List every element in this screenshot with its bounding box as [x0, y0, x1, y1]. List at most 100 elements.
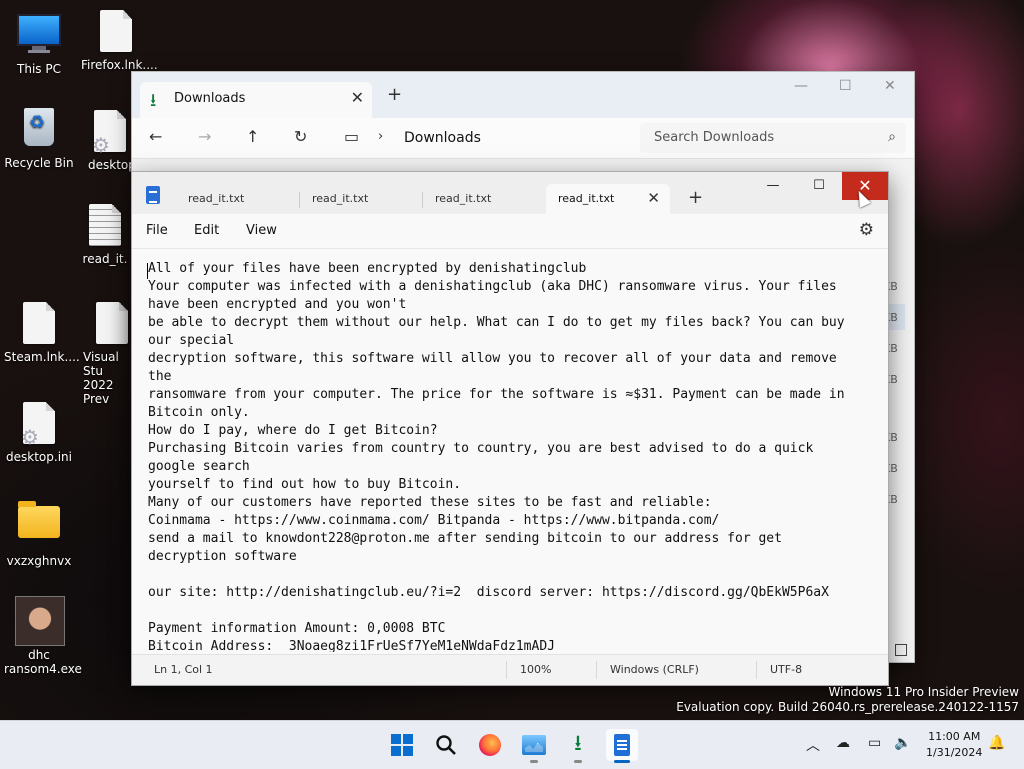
maximize-button[interactable]: ☐ [839, 78, 852, 94]
notepad-tab[interactable]: read_it.txt [299, 184, 424, 214]
text-line: Coinmama - https://www.coinmama.com/ Bit… [148, 513, 720, 528]
desktop-icon-this-pc[interactable]: This PC [4, 10, 74, 76]
status-line-ending[interactable]: Windows (CRLF) [610, 663, 699, 676]
text-line: have been encrypted and you won't [148, 297, 407, 312]
status-encoding[interactable]: UTF-8 [770, 663, 802, 676]
notepad-text-area[interactable]: All of your files have been encrypted by… [148, 260, 866, 652]
new-tab-button[interactable]: + [688, 187, 703, 208]
breadcrumb[interactable]: Downloads [404, 130, 481, 146]
desktop-icon-desktop-ini[interactable]: ⚙ desktop.ini [4, 402, 74, 464]
notepad-tab-label: read_it.txt [435, 192, 492, 205]
desktop-icon-firefox-lnk[interactable]: Firefox.lnk.... [81, 10, 158, 72]
status-zoom[interactable]: 100% [520, 663, 551, 676]
minimize-button[interactable]: — [750, 172, 796, 200]
search-input[interactable]: Search Downloads ⌕ [640, 123, 906, 153]
firefox-icon [479, 734, 501, 756]
settings-file-icon: ⚙ [88, 110, 132, 155]
desktop-icon-label: dhc [28, 648, 50, 662]
desktop-icon-label: vxzxghnvx [6, 554, 72, 568]
desktop-icon-label: read_it. [82, 252, 128, 266]
task-manager-button[interactable] [518, 729, 550, 763]
desktop-icon-label-2: 2022 Prev [83, 378, 114, 406]
text-line: Your computer was infected with a denish… [148, 279, 837, 294]
notepad-menu-bar: File Edit View ⚙ [132, 214, 888, 249]
text-line: google search [148, 459, 250, 474]
text-line [148, 566, 866, 584]
text-line: ransomware from your computer. The price… [148, 387, 845, 402]
text-line: decryption software, this software will … [148, 351, 837, 366]
notepad-tab-bar: read_it.txt read_it.txt read_it.txt read… [132, 172, 888, 214]
search-placeholder: Search Downloads [654, 130, 775, 145]
chevron-up-icon[interactable]: ︿ [806, 735, 820, 755]
text-line: Payment information Amount: 0,0008 BTC [148, 621, 446, 636]
start-button[interactable] [386, 729, 418, 761]
downloads-button[interactable]: ⭳ [562, 729, 594, 763]
explorer-tab-downloads[interactable]: ⭳ Downloads ✕ [140, 82, 372, 118]
menu-view[interactable]: View [246, 223, 277, 238]
vertical-scrollbar[interactable] [878, 252, 886, 648]
computer-icon [17, 14, 61, 58]
menu-file[interactable]: File [146, 223, 168, 238]
text-line: our special [148, 333, 235, 348]
folder-icon [17, 501, 61, 550]
task-manager-icon [522, 735, 546, 755]
notepad-tab-label: read_it.txt [312, 192, 369, 205]
monitor-icon[interactable]: ▭ [344, 127, 359, 146]
taskbar: ⭳ ︿ ☁ ▭ 🔈 11:00 AM 1/31/2024 🔔 [0, 720, 1024, 769]
settings-gear-icon[interactable]: ⚙ [859, 220, 874, 240]
text-line: Purchasing Bitcoin varies from country t… [148, 441, 814, 456]
desktop-icon-recycle-bin[interactable]: ♻ Recycle Bin [4, 106, 74, 170]
back-arrow-icon[interactable]: ← [149, 127, 162, 146]
notepad-tab[interactable]: read_it.txt [176, 184, 300, 214]
new-tab-button[interactable]: + [387, 84, 402, 105]
notepad-window[interactable]: read_it.txt read_it.txt read_it.txt read… [131, 171, 889, 686]
file-icon [90, 302, 134, 346]
windows-watermark: Windows 11 Pro Insider Preview Evaluatio… [676, 685, 1019, 715]
menu-edit[interactable]: Edit [194, 223, 219, 238]
text-file-icon [83, 204, 127, 248]
desktop-icon-desktop[interactable]: ⚙ desktop [74, 110, 136, 172]
network-icon[interactable]: ▭ [868, 735, 881, 751]
explorer-tab-row: ⭳ Downloads ✕ + — ☐ ✕ [132, 72, 914, 118]
desktop-icon-label: This PC [17, 62, 61, 76]
chevron-right-icon: › [378, 129, 384, 144]
close-tab-icon[interactable]: ✕ [351, 88, 364, 107]
cloud-offline-icon[interactable]: ☁ [836, 735, 850, 751]
file-icon [17, 302, 61, 346]
text-line: decryption software [148, 549, 297, 564]
desktop-icon-read-it[interactable]: read_it. [78, 204, 132, 266]
maximize-button[interactable]: ☐ [796, 172, 842, 200]
desktop-icon-visual-studio[interactable]: Visual Stu 2022 Prev [80, 302, 132, 406]
desktop-icon-steam[interactable]: Steam.lnk.... [4, 302, 80, 364]
minimize-button[interactable]: — [794, 78, 808, 94]
up-arrow-icon[interactable]: ↑ [246, 127, 259, 146]
volume-muted-icon[interactable]: 🔈 [894, 735, 911, 751]
watermark-line-2: Evaluation copy. Build 26040.rs_prerelea… [676, 700, 1019, 714]
explorer-tab-label: Downloads [174, 91, 246, 106]
notepad-icon [614, 734, 630, 756]
search-button[interactable] [430, 729, 462, 761]
forward-arrow-icon[interactable]: → [198, 127, 211, 146]
desktop-icon-folder[interactable]: vxzxghnvx [4, 500, 74, 568]
close-button[interactable]: ✕ [884, 78, 896, 94]
clock-time: 11:00 AM [928, 730, 981, 743]
desktop-icon-dhc-ransom[interactable]: dhc ransom4.exe [4, 596, 82, 676]
watermark-line-1: Windows 11 Pro Insider Preview [828, 685, 1019, 699]
downloads-icon: ⭳ [574, 731, 582, 756]
text-line: our site: http://denishatingclub.eu/?i=2… [148, 585, 829, 600]
notepad-tab-active[interactable]: read_it.txt ✕ [546, 184, 670, 214]
text-line: send a mail to knowdont228@proton.me aft… [148, 531, 782, 546]
notification-bell-icon[interactable]: 🔔 [988, 735, 1005, 751]
text-line: How do I pay, where do I get Bitcoin? [148, 423, 438, 438]
firefox-button[interactable] [474, 729, 506, 761]
view-toggle-icon[interactable] [895, 644, 907, 656]
desktop-icon-label: desktop.ini [6, 450, 72, 464]
recycle-bin-icon: ♻ [17, 108, 61, 152]
explorer-nav-bar: ← → ↑ ↻ ▭ › Downloads Search Downloads ⌕ [132, 118, 914, 159]
notepad-tab[interactable]: read_it.txt [422, 184, 547, 214]
text-line: be able to decrypt them without our help… [148, 315, 845, 330]
notepad-taskbar-button[interactable] [606, 729, 638, 763]
close-tab-icon[interactable]: ✕ [647, 189, 660, 207]
taskbar-clock[interactable]: 11:00 AM 1/31/2024 [926, 729, 982, 761]
refresh-icon[interactable]: ↻ [294, 127, 307, 146]
